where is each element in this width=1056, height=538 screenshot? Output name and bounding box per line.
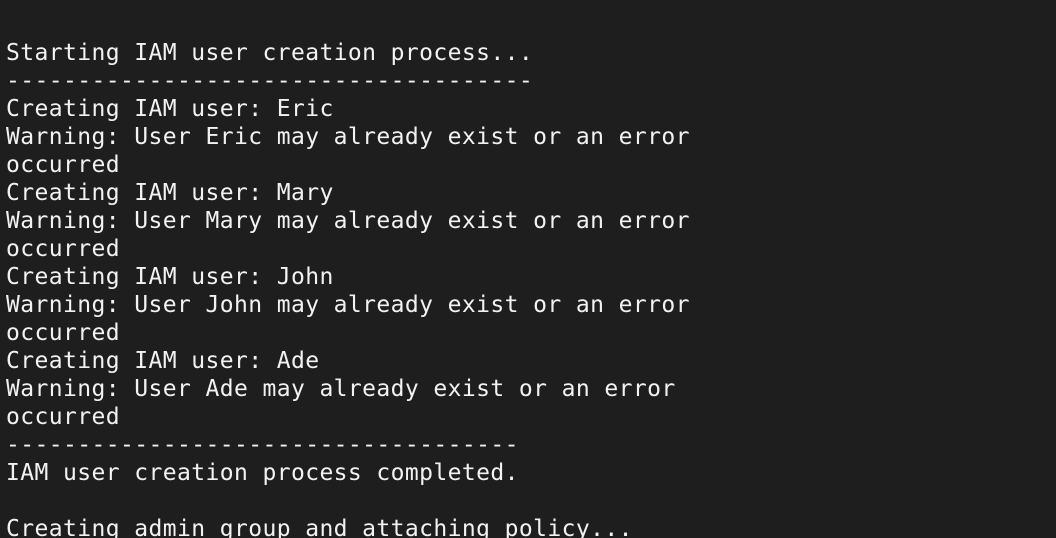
status-line: Starting IAM user creation process... [6, 40, 534, 66]
warning-line: Warning: User Ade may already exist or a… [6, 376, 676, 402]
output-line: Creating IAM user: Ade [6, 348, 320, 374]
separator-line: ---------------------------------- [6, 0, 690, 11]
warning-line-wrap: occurred [6, 236, 120, 262]
warning-line: Warning: User John may already exist or … [6, 292, 690, 318]
warning-line: Warning: User Eric may already exist or … [6, 124, 690, 150]
warning-line-wrap: occurred [6, 404, 120, 430]
terminal-output: ---------------------------------- Start… [6, 0, 690, 538]
output-line: Creating IAM user: Mary [6, 180, 334, 206]
output-line: Creating IAM user: Eric [6, 96, 334, 122]
status-line: IAM user creation process completed. [6, 460, 519, 486]
warning-line-wrap: occurred [6, 152, 120, 178]
status-line: Creating admin group and attaching polic… [6, 516, 633, 538]
separator-line: ------------------------------------- [6, 68, 534, 94]
blank-line [6, 11, 690, 39]
warning-line-wrap: occurred [6, 320, 120, 346]
warning-line: Warning: User Mary may already exist or … [6, 208, 690, 234]
output-line: Creating IAM user: John [6, 264, 334, 290]
separator-line: ------------------------------------ [6, 432, 519, 458]
blank-line [6, 487, 690, 515]
terminal-window[interactable]: ---------------------------------- Start… [0, 0, 1056, 538]
